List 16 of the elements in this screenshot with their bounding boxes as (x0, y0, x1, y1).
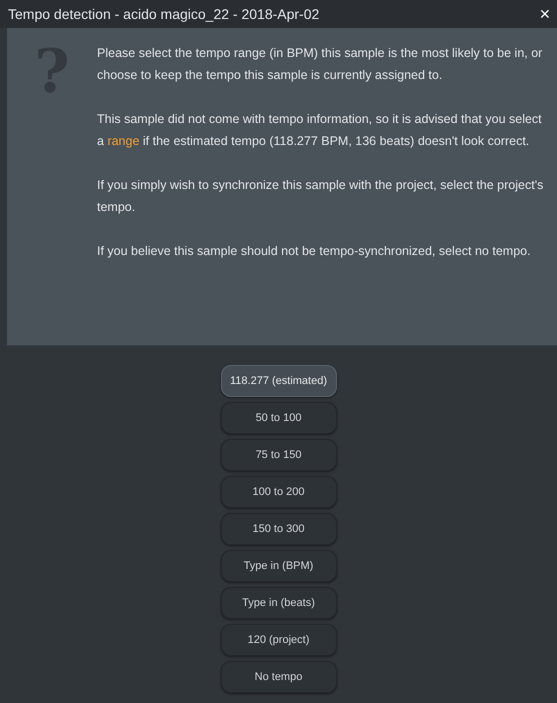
tempo-option-button[interactable]: 118.277 (estimated) (220, 365, 336, 397)
tempo-option-button[interactable]: 120 (project) (220, 624, 336, 656)
question-mark-icon: ? (34, 42, 70, 102)
message-paragraph: If you believe this sample should not be tempo-synchronized, select no tempo. (97, 243, 532, 260)
tempo-option-button[interactable]: 150 to 300 (220, 513, 336, 545)
range-link[interactable]: range (107, 134, 140, 148)
tempo-option-button[interactable]: 100 to 200 (220, 476, 336, 508)
message-paragraph: If you simply wish to synchronize this sample with the project, select the project's tempo. (97, 177, 544, 216)
tempo-option-button[interactable]: No tempo (220, 661, 336, 693)
message-paragraph: This sample did not come with tempo information, so it is advised that you select a range if the estimated tempo (118.277 BPM, 136 beats) doesn't look correct. (97, 111, 543, 150)
tempo-option-button[interactable]: 75 to 150 (220, 439, 336, 471)
tempo-option-button[interactable]: Type in (BPM) (220, 550, 336, 582)
tempo-option-button[interactable]: Type in (beats) (220, 587, 336, 619)
window-title: Tempo detection - acido magico_22 - 2018-Apr-02 (8, 4, 320, 24)
tempo-option-button[interactable]: 50 to 100 (220, 402, 336, 434)
message-paragraph: Please select the tempo range (in BPM) this sample is the most likely to be in, or choose to keep the tempo this sample is currently assigned to. (97, 45, 544, 84)
